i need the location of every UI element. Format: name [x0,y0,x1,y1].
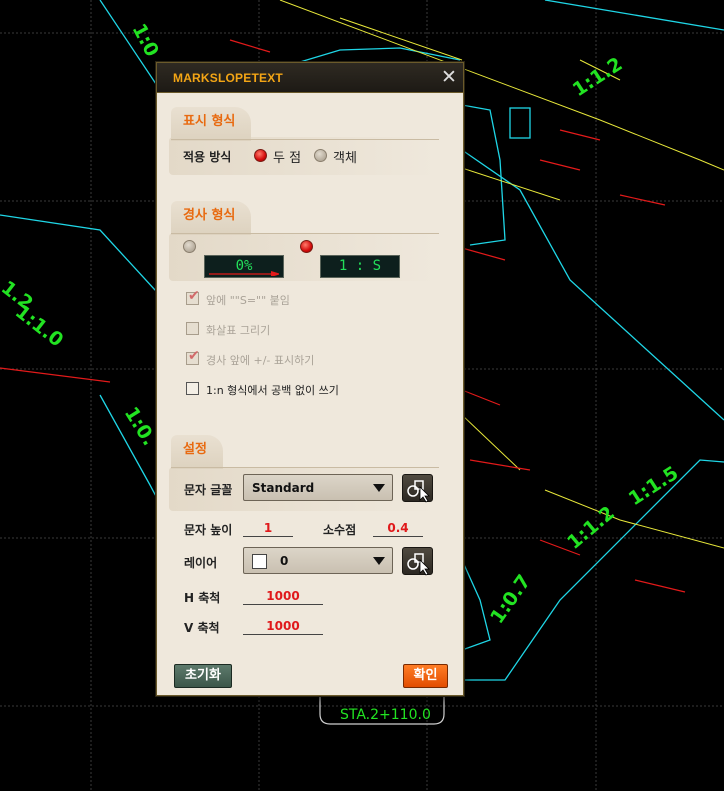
text-height-input[interactable]: 1 [243,521,293,537]
v-scale-label: V 축척 [184,621,220,635]
radio-two-points-label[interactable]: 두 점 [273,147,301,166]
reset-button[interactable]: 초기화 [174,664,232,688]
station-label: STA.2+110.0 [340,707,431,723]
divider [171,467,439,468]
apply-method-label: 적용 방식 [183,150,232,164]
station-box: STA.2+110.0 [319,696,445,725]
checkmark-icon: ✔ [188,288,200,304]
font-label: 문자 글꼴 [184,483,233,497]
text-height-label: 문자 높이 [184,523,233,537]
cad-label: 1:1.2 [563,502,619,554]
chevron-down-icon [373,557,385,565]
close-icon[interactable]: ✕ [435,63,463,93]
radio-percent[interactable] [183,240,196,253]
ratio-preview: 1 : S [320,255,400,278]
decimal-input[interactable]: 0.4 [373,521,423,537]
chevron-down-icon [373,484,385,492]
checkbox-prefix-s-label[interactable]: 앞에 ""S="" 붙임 [206,292,290,308]
checkbox-draw-arrow[interactable] [186,322,199,335]
cad-label: 1:0.7 [486,571,535,628]
display-format-section-title: 표시 형식 [171,107,252,141]
h-scale-input[interactable]: 1000 [243,589,323,605]
slope-format-section-title: 경사 형식 [171,201,252,235]
cad-label: 1:0 [128,20,163,60]
v-scale-input[interactable]: 1000 [243,619,323,635]
layer-pick-button[interactable] [402,547,433,576]
font-select-value: Standard [252,481,315,495]
ratio-preview-text: 1 : S [338,258,382,274]
checkbox-sign-prefix-label[interactable]: 경사 앞에 +/- 표시하기 [206,352,314,368]
cad-label: 1:1.0 [11,301,67,352]
font-pick-button[interactable] [402,474,433,503]
percent-preview: 0% [204,255,284,278]
radio-ratio[interactable] [300,240,313,253]
pick-cursor-icon [407,480,430,503]
dialog-titlebar[interactable]: MARKSLOPETEXT ✕ [157,63,463,93]
divider [171,139,439,140]
radio-object-label[interactable]: 객체 [333,147,357,166]
radio-two-points[interactable] [254,149,267,162]
pick-cursor-icon [407,553,430,576]
ok-button[interactable]: 확인 [403,664,448,688]
markslopetext-dialog: MARKSLOPETEXT ✕ 표시 형식 적용 방식 두 점 객체 경사 형식… [156,62,464,696]
decimal-label: 소수점 [323,523,357,537]
checkmark-icon: ✔ [188,348,200,364]
checkbox-no-space[interactable] [186,382,199,395]
checkbox-no-space-label[interactable]: 1:n 형식에서 공백 없이 쓰기 [206,382,339,398]
layer-select[interactable]: 0 [243,547,393,574]
font-select[interactable]: Standard [243,474,393,501]
checkbox-prefix-s[interactable]: ✔ [186,288,200,305]
dialog-title: MARKSLOPETEXT [173,71,283,85]
red-arrow-icon [209,271,279,276]
divider [171,233,439,234]
layer-label: 레이어 [184,556,218,570]
layer-select-value: 0 [280,554,289,568]
radio-object[interactable] [314,149,327,162]
checkbox-draw-arrow-label[interactable]: 화살표 그리기 [206,322,270,338]
cad-label: 1:1.5 [625,462,683,510]
h-scale-label: H 축척 [184,591,221,605]
settings-section-title: 설정 [171,435,223,469]
checkbox-sign-prefix[interactable]: ✔ [186,348,200,365]
layer-color-swatch [252,554,267,569]
cad-label: 1:1.2 [569,53,627,101]
